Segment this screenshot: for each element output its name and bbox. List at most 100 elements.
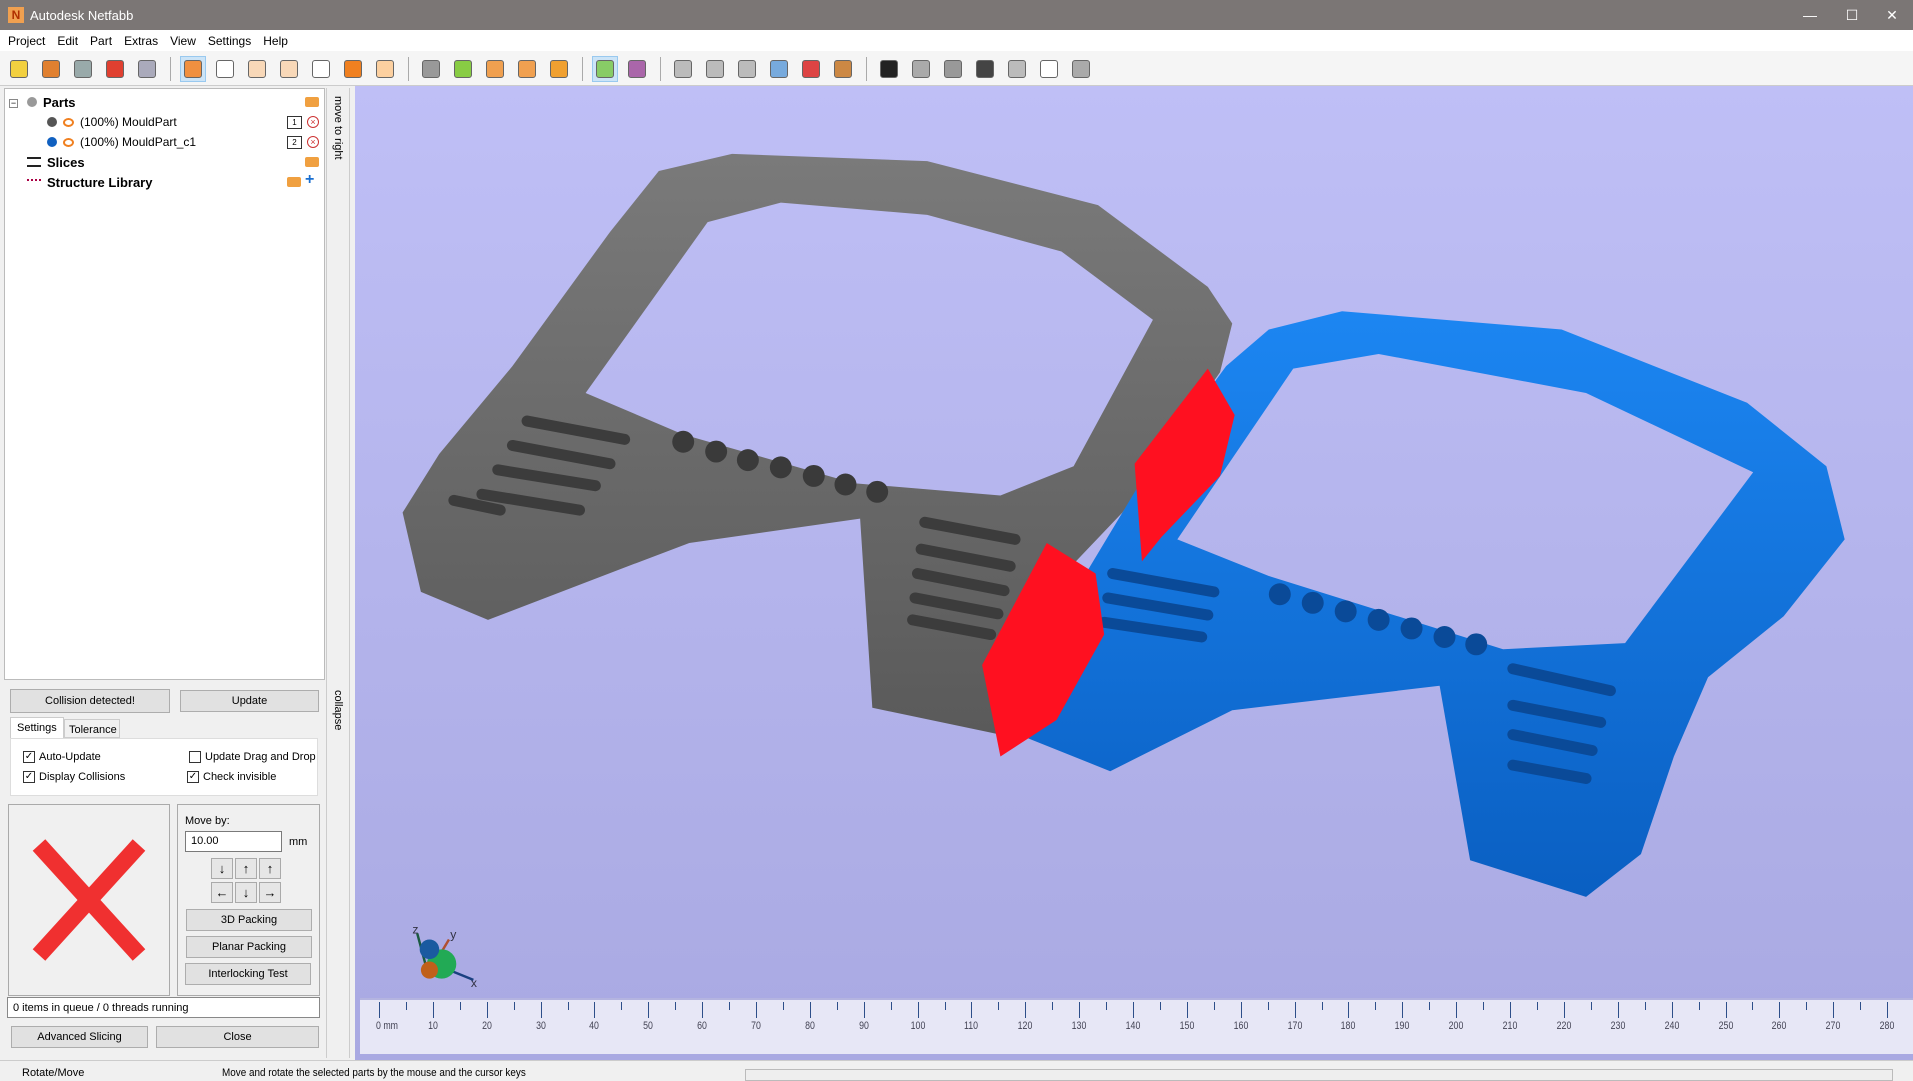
- move-up-button[interactable]: ↑: [235, 858, 257, 879]
- menu-view[interactable]: View: [170, 30, 204, 51]
- check-invisible-checkbox[interactable]: ✓ Check invisible: [187, 771, 276, 783]
- rotate-part-button[interactable]: [702, 56, 728, 82]
- ruler-tick: [971, 1002, 973, 1018]
- menu-edit[interactable]: Edit: [57, 30, 86, 51]
- ruler-label: 40: [589, 1020, 600, 1032]
- menu-project[interactable]: Project: [8, 30, 53, 51]
- mesh-button[interactable]: [766, 56, 792, 82]
- view-top-button[interactable]: [340, 56, 366, 82]
- add-part-plus-button[interactable]: [102, 56, 128, 82]
- move-part-button[interactable]: [670, 56, 696, 82]
- menu-help[interactable]: Help: [263, 30, 296, 51]
- 3d-packing-button[interactable]: 3D Packing: [186, 909, 312, 931]
- magnifier-button[interactable]: [546, 56, 572, 82]
- view-front-button[interactable]: [212, 56, 238, 82]
- tree-slices[interactable]: Slices: [27, 153, 85, 171]
- toolbar-separator: [170, 57, 172, 81]
- menu-extras[interactable]: Extras: [124, 30, 166, 51]
- add-button[interactable]: [876, 56, 902, 82]
- collapse-tab[interactable]: collapse: [326, 680, 350, 1058]
- ruler-tick: [648, 1002, 650, 1018]
- visibility-eye-icon[interactable]: [63, 137, 74, 147]
- move-down-z-button[interactable]: ↓: [211, 858, 233, 879]
- shell-button[interactable]: [908, 56, 934, 82]
- tree-part-2[interactable]: (100%) MouldPart_c1: [47, 133, 196, 151]
- tree-expander[interactable]: −: [9, 94, 18, 112]
- 3d-viewport[interactable]: z y x: [355, 86, 1913, 1060]
- tree-parts[interactable]: Parts: [27, 93, 76, 111]
- ruler-label: 80: [804, 1020, 815, 1032]
- ruler-tick: [1590, 1002, 1592, 1010]
- tab-settings[interactable]: Settings: [10, 717, 64, 738]
- scale-part-button[interactable]: [734, 56, 760, 82]
- pointer-button[interactable]: [592, 56, 618, 82]
- folder-icon[interactable]: [305, 157, 319, 167]
- ruler-label: 260: [1772, 1020, 1787, 1032]
- tree-structure-library[interactable]: Structure Library: [27, 173, 152, 191]
- update-button[interactable]: Update: [180, 690, 319, 712]
- update-drag-drop-checkbox[interactable]: Update Drag and Drop: [189, 751, 316, 763]
- boolean-button[interactable]: [798, 56, 824, 82]
- advanced-slicing-button[interactable]: Advanced Slicing: [11, 1026, 148, 1048]
- view-back-button[interactable]: [244, 56, 270, 82]
- zoom-box-button[interactable]: [482, 56, 508, 82]
- view-default-button[interactable]: [180, 56, 206, 82]
- maximize-button[interactable]: ☐: [1832, 4, 1872, 26]
- ruler-tick: [836, 1002, 838, 1010]
- remove-part-icon[interactable]: ×: [307, 136, 319, 148]
- cylinder-button[interactable]: [1068, 56, 1094, 82]
- close-button[interactable]: Close: [156, 1026, 319, 1048]
- ruler-button[interactable]: [940, 56, 966, 82]
- mesh-icon: [770, 60, 788, 78]
- move-up-z-button[interactable]: ↑: [259, 858, 281, 879]
- move-by-input[interactable]: 10.00: [185, 831, 282, 852]
- tree-part-1[interactable]: (100%) MouldPart: [47, 113, 177, 131]
- ruler-tick: [729, 1002, 731, 1010]
- ruler-tick: [944, 1002, 946, 1010]
- add-icon: [880, 60, 898, 78]
- menu-part[interactable]: Part: [90, 30, 120, 51]
- folder-icon[interactable]: [305, 97, 319, 107]
- minimize-button[interactable]: —: [1790, 4, 1830, 26]
- planar-packing-button[interactable]: Planar Packing: [186, 936, 312, 958]
- select-parts-button[interactable]: [418, 56, 444, 82]
- interlocking-test-button[interactable]: Interlocking Test: [185, 963, 311, 985]
- ruler-tick: [782, 1002, 784, 1010]
- display-collisions-checkbox[interactable]: ✓ Display Collisions: [23, 771, 125, 783]
- move-to-right-tab[interactable]: move to right: [326, 88, 350, 680]
- part-info-icon: [74, 60, 92, 78]
- close-window-button[interactable]: ✕: [1872, 4, 1912, 26]
- open-project-button[interactable]: [6, 56, 32, 82]
- support-button[interactable]: [972, 56, 998, 82]
- slices-icon: [27, 157, 41, 167]
- coordinate-system-icon: [628, 60, 646, 78]
- select-all-button[interactable]: [450, 56, 476, 82]
- coordinate-system-button[interactable]: [624, 56, 650, 82]
- tab-tolerance[interactable]: Tolerance: [64, 719, 120, 738]
- ruler-label: 10: [427, 1020, 438, 1032]
- app-logo-icon: N: [8, 7, 24, 23]
- label-abc-button[interactable]: [1036, 56, 1062, 82]
- section-button[interactable]: [830, 56, 856, 82]
- view-bottom-button[interactable]: [372, 56, 398, 82]
- view-right-button[interactable]: [308, 56, 334, 82]
- view-left-button[interactable]: [276, 56, 302, 82]
- ruler-tick: [1483, 1002, 1485, 1010]
- remove-part-icon[interactable]: ×: [307, 116, 319, 128]
- menu-settings[interactable]: Settings: [208, 30, 259, 51]
- move-left-button[interactable]: ←: [211, 882, 233, 903]
- add-part-button[interactable]: [38, 56, 64, 82]
- auto-update-checkbox[interactable]: ✓ Auto-Update: [23, 751, 101, 763]
- part-info-button[interactable]: [70, 56, 96, 82]
- surface-button[interactable]: [1004, 56, 1030, 82]
- visibility-eye-icon[interactable]: [63, 117, 74, 127]
- add-box-button[interactable]: [134, 56, 160, 82]
- folder-icon[interactable]: [287, 177, 301, 187]
- structure-library-label: Structure Library: [47, 174, 153, 190]
- collision-status-button[interactable]: Collision detected!: [10, 689, 170, 713]
- ruler-label: 240: [1664, 1020, 1679, 1032]
- move-down-button[interactable]: ↓: [235, 882, 257, 903]
- add-structure-icon[interactable]: +: [305, 171, 314, 189]
- move-right-button[interactable]: →: [259, 882, 281, 903]
- zoom-selected-button[interactable]: [514, 56, 540, 82]
